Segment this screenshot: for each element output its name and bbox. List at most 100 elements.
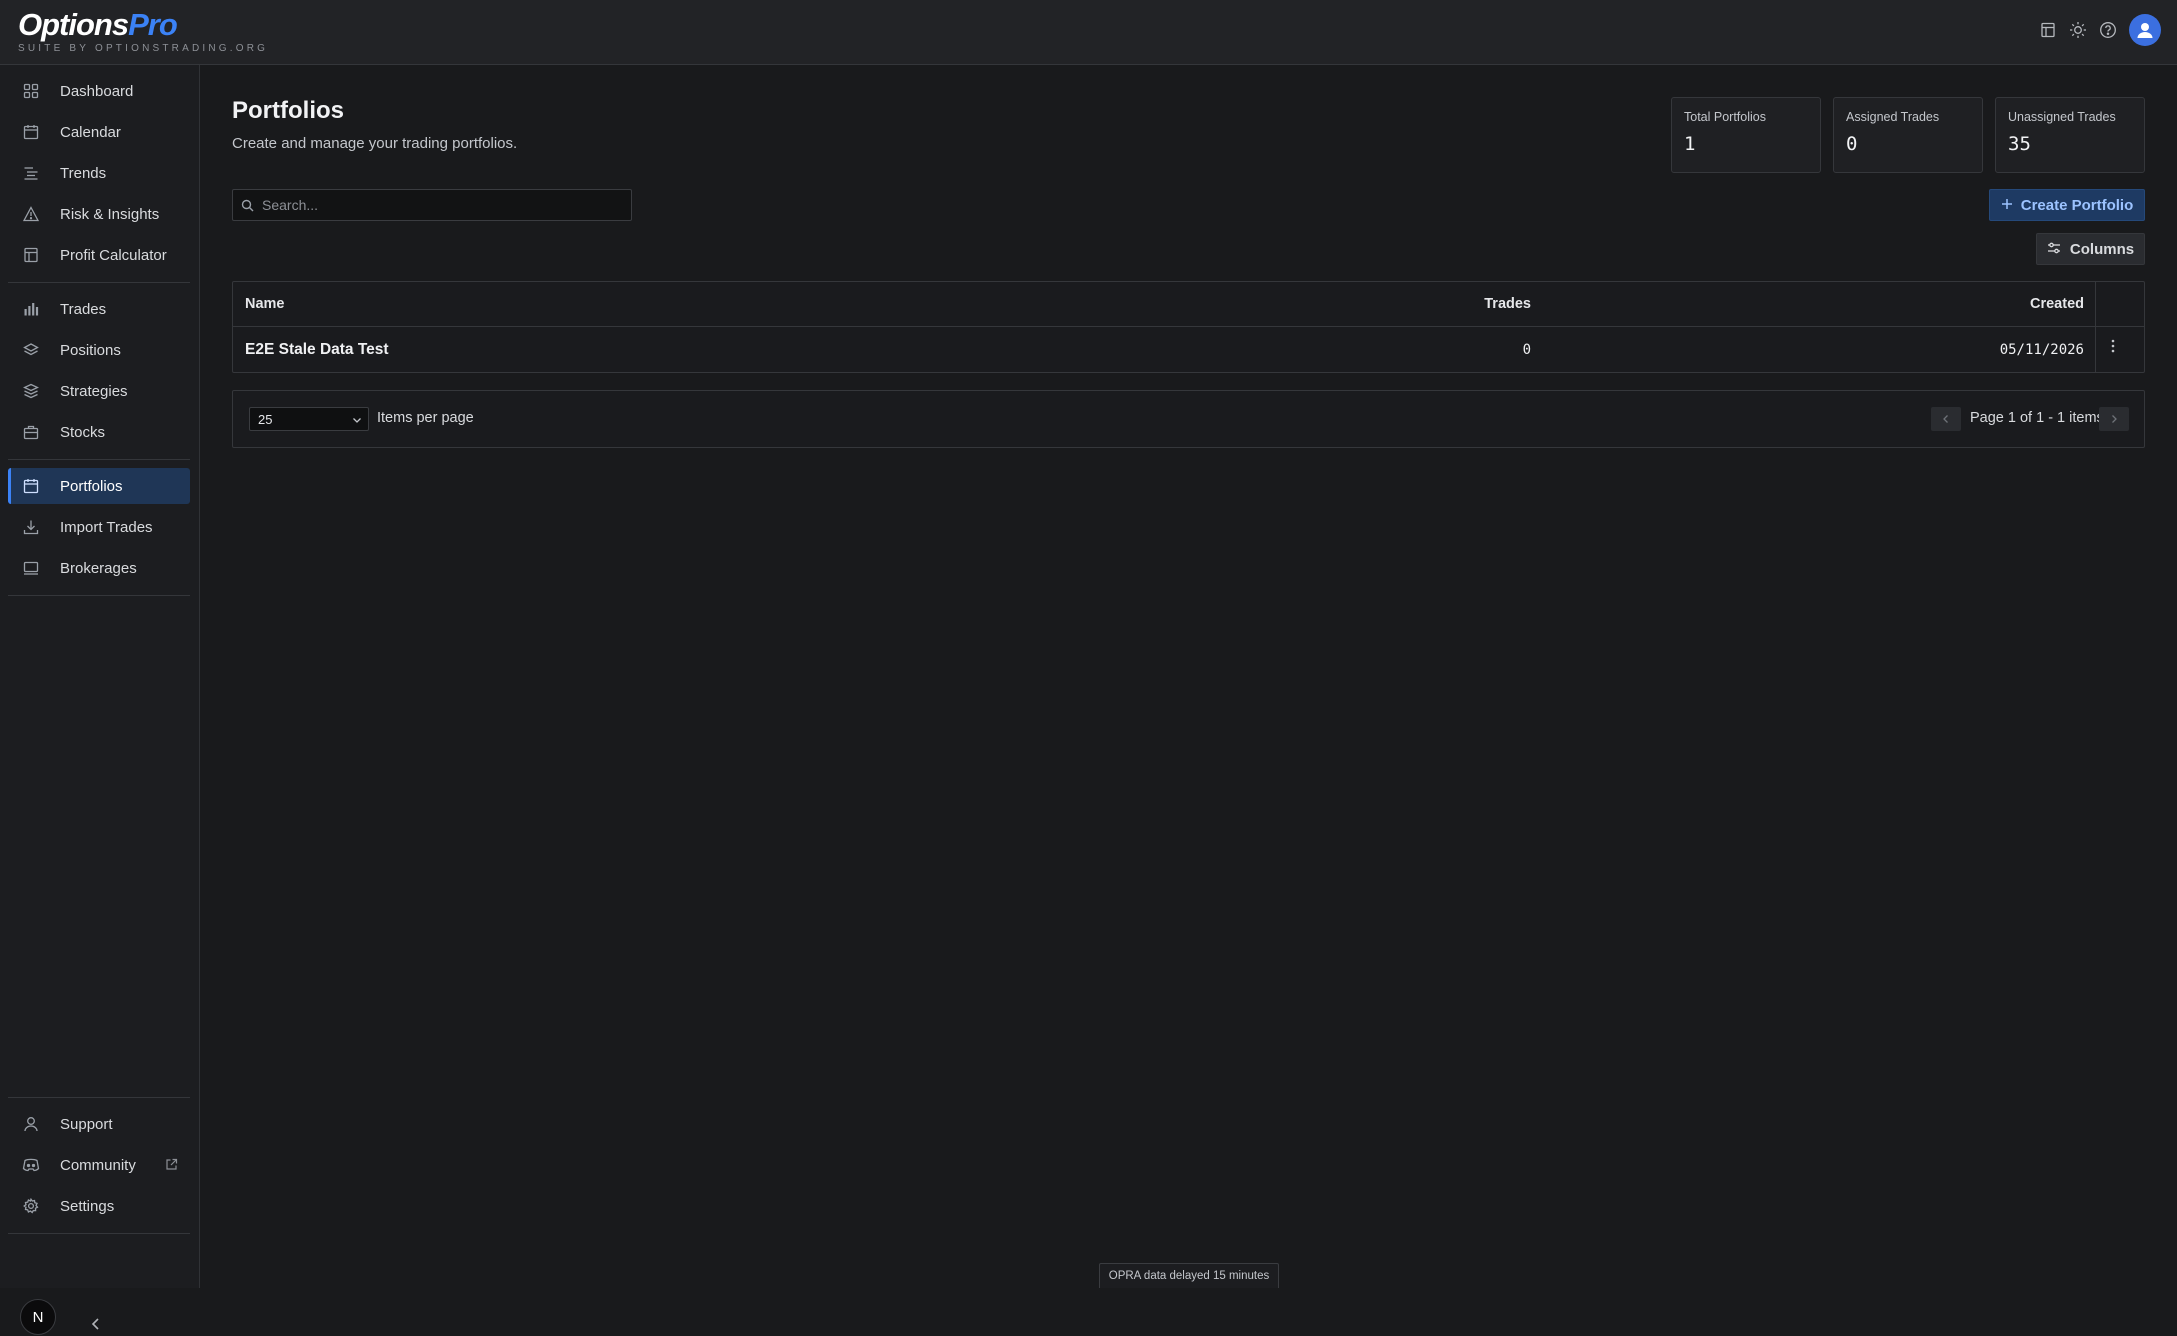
user-icon bbox=[21, 1114, 41, 1134]
chevron-right-icon bbox=[2112, 415, 2117, 423]
collapse-sidebar-icon[interactable] bbox=[90, 1317, 102, 1336]
create-portfolio-button[interactable]: Create Portfolio bbox=[1989, 189, 2145, 221]
sidebar-item-risk-insights[interactable]: Risk & Insights bbox=[8, 196, 190, 232]
sidebar-item-community[interactable]: Community bbox=[8, 1147, 190, 1183]
sidebar-item-profit-calculator[interactable]: Profit Calculator bbox=[8, 237, 190, 273]
list-icon bbox=[21, 163, 41, 183]
sidebar-item-positions[interactable]: Positions bbox=[8, 332, 190, 368]
sidebar-item-label: Import Trades bbox=[60, 518, 153, 536]
chevron-down-icon bbox=[352, 413, 362, 428]
sun-icon[interactable] bbox=[2069, 21, 2087, 39]
items-per-page-value: 25 bbox=[258, 412, 273, 427]
stat-value: 1 bbox=[1684, 133, 1696, 155]
column-header-created[interactable]: Created bbox=[2030, 296, 2084, 312]
stat-label: Unassigned Trades bbox=[2008, 110, 2116, 124]
columns-button[interactable]: Columns bbox=[2036, 233, 2145, 265]
pagination-info: Page 1 of 1 - 1 items bbox=[1970, 410, 2104, 426]
search-icon bbox=[241, 199, 254, 212]
stat-card-total-portfolios: Total Portfolios 1 bbox=[1671, 97, 1821, 173]
sidebar-item-label: Trades bbox=[60, 300, 107, 318]
logo-accent-text: Pro bbox=[128, 7, 178, 42]
sidebar-item-label: Portfolios bbox=[60, 477, 123, 495]
sidebar-item-support[interactable]: Support bbox=[8, 1106, 190, 1142]
briefcase-icon bbox=[21, 422, 41, 442]
sidebar-divider bbox=[8, 1233, 190, 1234]
sidebar-divider bbox=[8, 459, 190, 460]
top-bar: OptionsPro SUITE BY OPTIONSTRADING.ORG bbox=[0, 0, 2177, 65]
app-logo[interactable]: OptionsPro SUITE BY OPTIONSTRADING.ORG bbox=[18, 7, 269, 55]
sliders-icon bbox=[2047, 241, 2061, 258]
bar-chart-icon bbox=[21, 299, 41, 319]
sidebar-divider bbox=[8, 595, 190, 596]
sidebar-item-trades[interactable]: Trades bbox=[8, 291, 190, 327]
sidebar-item-calendar[interactable]: Calendar bbox=[8, 114, 190, 150]
logo-main-text: Options bbox=[18, 7, 129, 42]
sidebar-item-dashboard[interactable]: Dashboard bbox=[8, 73, 190, 109]
grid-icon bbox=[21, 81, 41, 101]
column-header-trades[interactable]: Trades bbox=[1484, 296, 1531, 312]
sidebar-item-brokerages[interactable]: Brokerages bbox=[8, 550, 190, 586]
previous-page-button[interactable] bbox=[1931, 407, 1961, 431]
page-subtitle: Create and manage your trading portfolio… bbox=[232, 135, 518, 152]
stat-value: 35 bbox=[2008, 133, 2031, 155]
column-header-name[interactable]: Name bbox=[245, 296, 285, 312]
sidebar-item-label: Settings bbox=[60, 1197, 115, 1215]
help-icon[interactable] bbox=[2099, 21, 2117, 39]
pagination-bar: 25 Items per page Page 1 of 1 - 1 items bbox=[232, 390, 2145, 448]
page-title: Portfolios bbox=[232, 97, 344, 124]
next-page-button[interactable] bbox=[2099, 407, 2129, 431]
stat-label: Assigned Trades bbox=[1846, 110, 1940, 124]
logo-subtitle: SUITE BY OPTIONSTRADING.ORG bbox=[18, 43, 269, 54]
portfolio-trades: 0 bbox=[1522, 342, 1531, 358]
calculator-icon bbox=[21, 245, 41, 265]
stat-card-assigned-trades: Assigned Trades 0 bbox=[1833, 97, 1983, 173]
search-box bbox=[232, 189, 632, 221]
gear-icon bbox=[21, 1196, 41, 1216]
sidebar-item-trends[interactable]: Trends bbox=[8, 155, 190, 191]
table-row[interactable]: E2E Stale Data Test 0 05/11/2026 bbox=[233, 327, 2144, 373]
stat-label: Total Portfolios bbox=[1684, 110, 1766, 124]
sidebar-item-label: Calendar bbox=[60, 123, 121, 141]
layers-icon bbox=[21, 340, 41, 360]
discord-icon bbox=[21, 1155, 41, 1175]
calendar-icon bbox=[21, 122, 41, 142]
avatar-icon[interactable] bbox=[2129, 14, 2161, 46]
calculator-icon[interactable] bbox=[2039, 21, 2057, 39]
sidebar-item-label: Brokerages bbox=[60, 559, 137, 577]
plus-icon bbox=[2001, 197, 2013, 214]
row-menu-icon[interactable] bbox=[2111, 338, 2115, 359]
portfolios-table: Name Trades Created E2E Stale Data Test … bbox=[232, 281, 2145, 373]
sidebar-item-label: Community bbox=[60, 1156, 136, 1174]
header-actions bbox=[2039, 14, 2161, 46]
sidebar: Dashboard Calendar Trends Risk & Insight… bbox=[0, 65, 200, 1335]
stack-icon bbox=[21, 381, 41, 401]
chevron-left-icon bbox=[1943, 415, 1948, 423]
table-header: Name Trades Created bbox=[233, 282, 2144, 327]
portfolio-name[interactable]: E2E Stale Data Test bbox=[245, 341, 389, 359]
sidebar-item-label: Trends bbox=[60, 164, 107, 182]
data-delay-notice: OPRA data delayed 15 minutes bbox=[1099, 1263, 1279, 1288]
sidebar-item-label: Positions bbox=[60, 341, 121, 359]
sidebar-item-label: Profit Calculator bbox=[60, 246, 167, 264]
sidebar-item-import-trades[interactable]: Import Trades bbox=[8, 509, 190, 545]
portfolio-created: 05/11/2026 bbox=[1999, 342, 2084, 358]
sidebar-item-settings[interactable]: Settings bbox=[8, 1188, 190, 1224]
sidebar-item-strategies[interactable]: Strategies bbox=[8, 373, 190, 409]
user-badge[interactable]: N bbox=[20, 1299, 56, 1335]
stat-card-unassigned-trades: Unassigned Trades 35 bbox=[1995, 97, 2145, 173]
sidebar-item-label: Support bbox=[60, 1115, 113, 1133]
sidebar-divider bbox=[8, 282, 190, 283]
sidebar-item-portfolios[interactable]: Portfolios bbox=[8, 468, 190, 504]
main-content: Portfolios Create and manage your tradin… bbox=[200, 65, 2177, 1288]
portfolio-icon bbox=[21, 476, 41, 496]
items-per-page-select[interactable]: 25 bbox=[249, 407, 369, 431]
items-per-page-label: Items per page bbox=[377, 410, 474, 426]
create-portfolio-label: Create Portfolio bbox=[2020, 196, 2134, 214]
sidebar-item-stocks[interactable]: Stocks bbox=[8, 414, 190, 450]
external-link-icon bbox=[165, 1158, 178, 1175]
sidebar-item-label: Dashboard bbox=[60, 82, 134, 100]
warning-icon bbox=[21, 204, 41, 224]
sidebar-divider bbox=[8, 1097, 190, 1098]
search-input[interactable] bbox=[260, 196, 624, 214]
download-icon bbox=[21, 517, 41, 537]
